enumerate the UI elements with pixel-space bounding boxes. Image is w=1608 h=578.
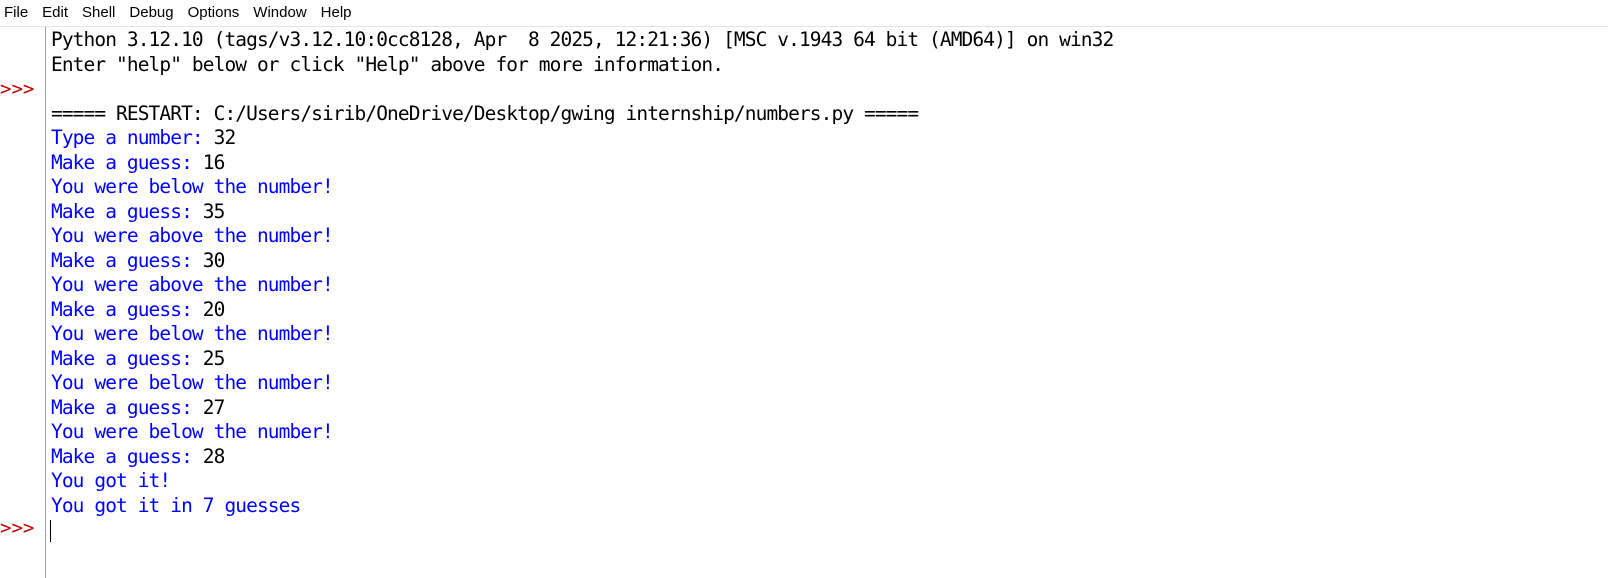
- output-line: Make a guess: 28: [51, 445, 1601, 470]
- program-output: Type a number: 32 Make a guess: 16 You wer…: [51, 126, 1601, 518]
- stdout-text: Make a guess:: [51, 248, 203, 272]
- stdout-text: Make a guess:: [51, 199, 203, 223]
- output-line: You were below the number!: [51, 371, 1601, 396]
- restart-line: ===== RESTART: C:/Users/sirib/OneDrive/D…: [51, 101, 919, 125]
- stdout-text: You were above the number!: [51, 273, 334, 296]
- output-line: Make a guess: 27: [51, 396, 1601, 421]
- menu-shell[interactable]: Shell: [75, 0, 122, 26]
- stdout-text: You were below the number!: [51, 371, 334, 394]
- stdout-text: You were above the number!: [51, 224, 334, 247]
- output-line: Make a guess: 16: [51, 151, 1601, 176]
- stdin-text: 28: [202, 444, 226, 468]
- stdout-text: You got it in 7 guesses: [51, 493, 301, 517]
- output-line: You were below the number!: [51, 322, 1601, 347]
- stdin-text: 32: [213, 126, 237, 149]
- menu-debug[interactable]: Debug: [122, 0, 180, 26]
- stdout-text: Make a guess:: [51, 150, 203, 174]
- stdout-text: Make a guess:: [51, 444, 203, 468]
- output-line: You were below the number!: [51, 420, 1601, 445]
- output-line: Make a guess: 20: [51, 298, 1601, 323]
- menu-bar: File Edit Shell Debug Options Window Hel…: [0, 0, 1608, 27]
- shell-prompt-active: >>>: [0, 517, 35, 539]
- output-line: Make a guess: 30: [51, 249, 1601, 274]
- stdout-text: You were below the number!: [51, 175, 334, 198]
- stdin-text: 16: [202, 150, 226, 174]
- stdout-text: Make a guess:: [51, 395, 203, 419]
- stdout-text: Make a guess:: [51, 297, 203, 321]
- menu-help[interactable]: Help: [314, 0, 359, 26]
- output-line: You were above the number!: [51, 224, 1601, 249]
- stdout-text: You were below the number!: [51, 420, 334, 443]
- menu-options[interactable]: Options: [181, 0, 247, 26]
- text-cursor: [50, 519, 51, 542]
- output-line: You got it in 7 guesses: [51, 494, 1601, 519]
- stdout-text: Type a number:: [51, 126, 214, 149]
- shell-output-area[interactable]: Python 3.12.10 (tags/v3.12.10:0cc8128, A…: [50, 28, 1601, 576]
- menu-file[interactable]: File: [0, 0, 35, 26]
- input-line[interactable]: [50, 518, 1601, 543]
- blank-prompt-line: [51, 77, 1601, 102]
- stdin-text: 35: [202, 199, 226, 223]
- output-line: Make a guess: 35: [51, 200, 1601, 225]
- menu-window[interactable]: Window: [246, 0, 313, 26]
- stdout-text: You got it!: [51, 469, 171, 492]
- banner-version-line: Python 3.12.10 (tags/v3.12.10:0cc8128, A…: [51, 28, 1114, 51]
- shell-prompt: >>>: [0, 78, 35, 100]
- stdin-text: 27: [202, 395, 226, 419]
- output-line: Make a guess: 25: [51, 347, 1601, 372]
- banner-help-line: Enter "help" below or click "Help" above…: [51, 52, 724, 76]
- output-line: Type a number: 32: [51, 126, 1601, 151]
- menu-edit[interactable]: Edit: [35, 0, 75, 26]
- stdin-text: 25: [202, 346, 226, 370]
- stdout-text: You were below the number!: [51, 322, 334, 345]
- stdout-text: Make a guess:: [51, 346, 203, 370]
- output-line: You were above the number!: [51, 273, 1601, 298]
- output-line: You got it!: [51, 469, 1601, 494]
- prompt-gutter: >>> >>>: [0, 27, 46, 578]
- stdin-text: 30: [202, 248, 226, 272]
- stdin-text: 20: [202, 297, 226, 321]
- output-line: You were below the number!: [51, 175, 1601, 200]
